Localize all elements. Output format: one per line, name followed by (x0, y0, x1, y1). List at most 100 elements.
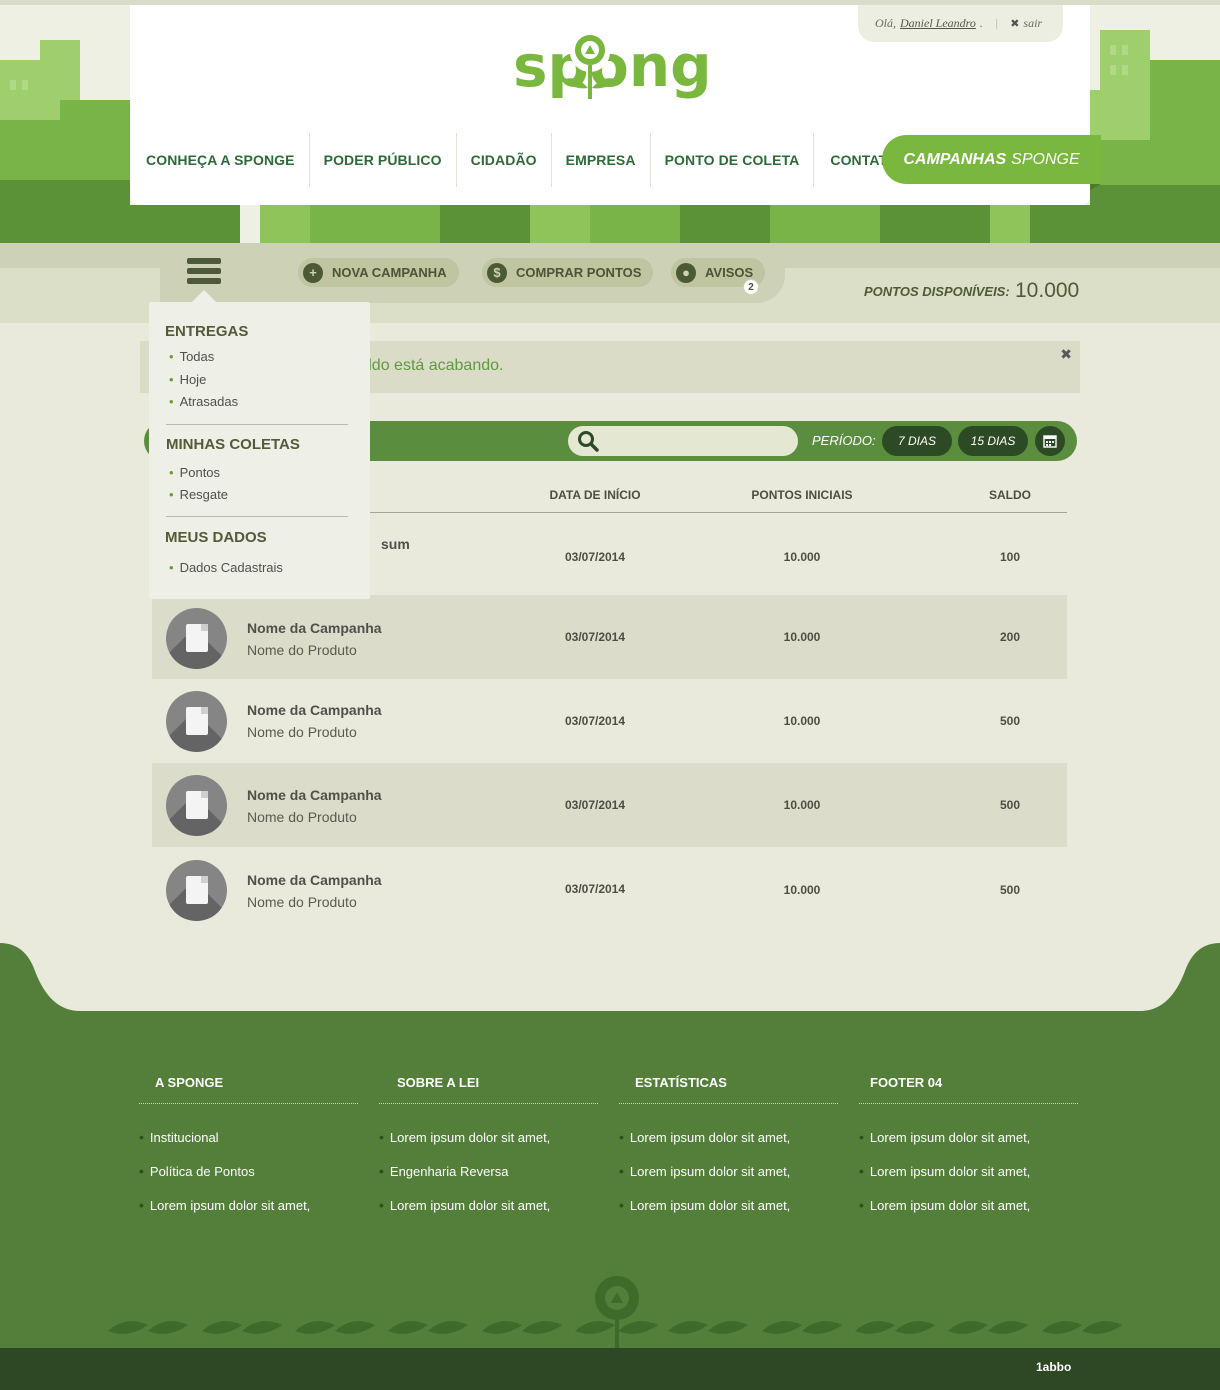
footer-column-a-sponge: A SPONGE Institucional Política de Ponto… (139, 1075, 358, 1213)
menu-item-hoje[interactable]: Hoje (169, 372, 207, 387)
row-product-name: Nome do Produto (247, 894, 357, 910)
cta-ribbon-fold (1090, 184, 1101, 190)
row-product-name: Nome do Produto (247, 809, 357, 825)
footer-link[interactable]: Lorem ipsum dolor sit amet, (619, 1129, 790, 1145)
row-balance: 100 (999, 550, 1021, 564)
footer-link[interactable]: Lorem ipsum dolor sit amet, (619, 1163, 790, 1179)
logo-text: sponge (513, 32, 711, 100)
footer-link[interactable]: Engenharia Reversa (379, 1163, 509, 1179)
campanhas-sponge-button[interactable]: CAMPANHAS SPONGE (882, 135, 1101, 184)
footer-column-footer-04: FOOTER 04 Lorem ipsum dolor sit amet, Lo… (859, 1075, 1078, 1213)
row-product-name: Nome do Produto (247, 724, 357, 740)
row-start-date: 03/07/2014 (564, 714, 626, 728)
user-session-tab: Olá, Daniel Leandro. | ✖ sair (858, 5, 1063, 42)
main-nav: CONHEÇA A SPONGE PODER PÚBLICO CIDADÃO E… (130, 133, 912, 187)
row-start-date: 03/07/2014 (564, 882, 626, 896)
footer-link[interactable]: Política de Pontos (139, 1163, 255, 1179)
nav-item-empresa[interactable]: EMPRESA (552, 133, 651, 187)
row-campaign-name: Nome da Campanha (247, 702, 382, 718)
nav-item-poder-publico[interactable]: PODER PÚBLICO (310, 133, 457, 187)
menu-divider (166, 516, 348, 517)
footer-link[interactable]: Lorem ipsum dolor sit amet, (859, 1163, 1030, 1179)
buy-points-label: COMPRAR PONTOS (516, 265, 642, 280)
notices-count-badge: 2 (743, 279, 759, 295)
footer-column-title: FOOTER 04 (859, 1075, 1078, 1104)
product-icon (166, 775, 227, 836)
menu-item-dados-cadastrais[interactable]: Dados Cadastrais (169, 560, 283, 575)
menu-divider (166, 424, 348, 425)
footer-link[interactable]: Lorem ipsum dolor sit amet, (619, 1197, 790, 1213)
footer-top-curve (0, 943, 1220, 1011)
notices-label: AVISOS (705, 265, 754, 280)
sponge-logo[interactable]: sponge (511, 28, 711, 108)
column-start-date[interactable]: DATA DE INÍCIO (495, 488, 695, 502)
product-icon (166, 860, 227, 921)
logout-link[interactable]: sair (1023, 16, 1042, 31)
row-balance: 200 (999, 630, 1021, 644)
menu-section-meus-dados: MEUS DADOS (165, 529, 267, 546)
product-icon (166, 691, 227, 752)
footer-link[interactable]: Lorem ipsum dolor sit amet, (379, 1129, 550, 1145)
dropdown-menu: ENTREGAS Todas Hoje Atrasadas MINHAS COL… (149, 302, 370, 599)
nav-item-ponto-de-coleta[interactable]: PONTO DE COLETA (651, 133, 815, 187)
row-balance: 500 (999, 714, 1021, 728)
dollar-icon: $ (487, 262, 507, 283)
row-campaign-name: Nome da Campanha (247, 620, 382, 636)
new-campaign-button[interactable]: + NOVA CAMPANHA (298, 258, 459, 287)
agency-credit-logo[interactable]: 1abbo (1036, 1360, 1071, 1374)
footer-link[interactable]: Lorem ipsum dolor sit amet, (139, 1197, 310, 1213)
dropdown-arrow (192, 290, 216, 302)
column-balance[interactable]: SALDO (910, 488, 1110, 502)
menu-item-resgate[interactable]: Resgate (169, 487, 228, 502)
points-available-label: PONTOS DISPONÍVEIS: (864, 284, 1010, 299)
table-row[interactable]: Nome da Campanha Nome do Produto 03/07/2… (152, 763, 1067, 847)
footer-column-title: SOBRE A LEI (379, 1075, 598, 1104)
column-initial-points[interactable]: PONTOS INICIAIS (702, 488, 902, 502)
close-icon[interactable]: ✖ (1010, 17, 1019, 30)
footer-link[interactable]: Institucional (139, 1129, 219, 1145)
user-name-link[interactable]: Daniel Leandro (900, 16, 976, 31)
table-row[interactable]: Nome da Campanha Nome do Produto 03/07/2… (152, 595, 1067, 679)
nav-item-cidadao[interactable]: CIDADÃO (457, 133, 552, 187)
search-input[interactable] (568, 426, 798, 456)
new-campaign-label: NOVA CAMPANHA (332, 265, 447, 280)
product-icon (166, 608, 227, 669)
row-initial-points: 10.000 (783, 883, 821, 897)
table-row[interactable]: Nome da Campanha Nome do Produto 03/07/2… (152, 847, 1067, 931)
footer-column-title: ESTATÍSTICAS (619, 1075, 838, 1104)
footer-link[interactable]: Lorem ipsum dolor sit amet, (379, 1197, 550, 1213)
row-balance: 500 (999, 883, 1021, 897)
user-name-dot: . (979, 16, 983, 30)
search-icon (578, 431, 599, 452)
period-7-days-button[interactable]: 7 DIAS (882, 426, 952, 456)
greeting-text: Olá, (875, 16, 896, 30)
row-start-date: 03/07/2014 (564, 630, 626, 644)
row-campaign-name: Nome da Campanha (247, 872, 382, 888)
calendar-button[interactable] (1035, 426, 1065, 456)
footer-link[interactable]: Lorem ipsum dolor sit amet, (859, 1197, 1030, 1213)
footer-link[interactable]: Lorem ipsum dolor sit amet, (859, 1129, 1030, 1145)
row-start-date: 03/07/2014 (564, 550, 626, 564)
menu-item-atrasadas[interactable]: Atrasadas (169, 394, 239, 409)
row-start-date: 03/07/2014 (564, 798, 626, 812)
row-campaign-name: Nome da Campanha (247, 787, 382, 803)
nav-item-conheca[interactable]: CONHEÇA A SPONGE (130, 133, 310, 187)
points-available-value: 10.000 (1015, 279, 1080, 302)
plus-icon: + (303, 262, 323, 283)
user-tab-separator: | (994, 16, 999, 30)
footer-column-title: A SPONGE (139, 1075, 358, 1104)
period-15-days-button[interactable]: 15 DIAS (958, 426, 1028, 456)
footer-column-sobre-a-lei: SOBRE A LEI Lorem ipsum dolor sit amet, … (379, 1075, 598, 1213)
period-label: PERÍODO: (812, 433, 876, 448)
buy-points-button[interactable]: $ COMPRAR PONTOS (482, 258, 654, 287)
menu-section-entregas: ENTREGAS (165, 323, 249, 340)
row-initial-points: 10.000 (783, 798, 821, 812)
menu-item-pontos[interactable]: Pontos (169, 465, 220, 480)
menu-item-todas[interactable]: Todas (169, 349, 215, 364)
campaign-name-fragment: sum (381, 536, 410, 552)
footer-column-estatisticas: ESTATÍSTICAS Lorem ipsum dolor sit amet,… (619, 1075, 838, 1213)
table-row[interactable]: Nome da Campanha Nome do Produto 03/07/2… (152, 679, 1067, 763)
chat-bubble-icon: ● (676, 262, 696, 283)
close-icon[interactable]: ✖ (1060, 346, 1072, 363)
hamburger-icon[interactable] (187, 258, 221, 284)
